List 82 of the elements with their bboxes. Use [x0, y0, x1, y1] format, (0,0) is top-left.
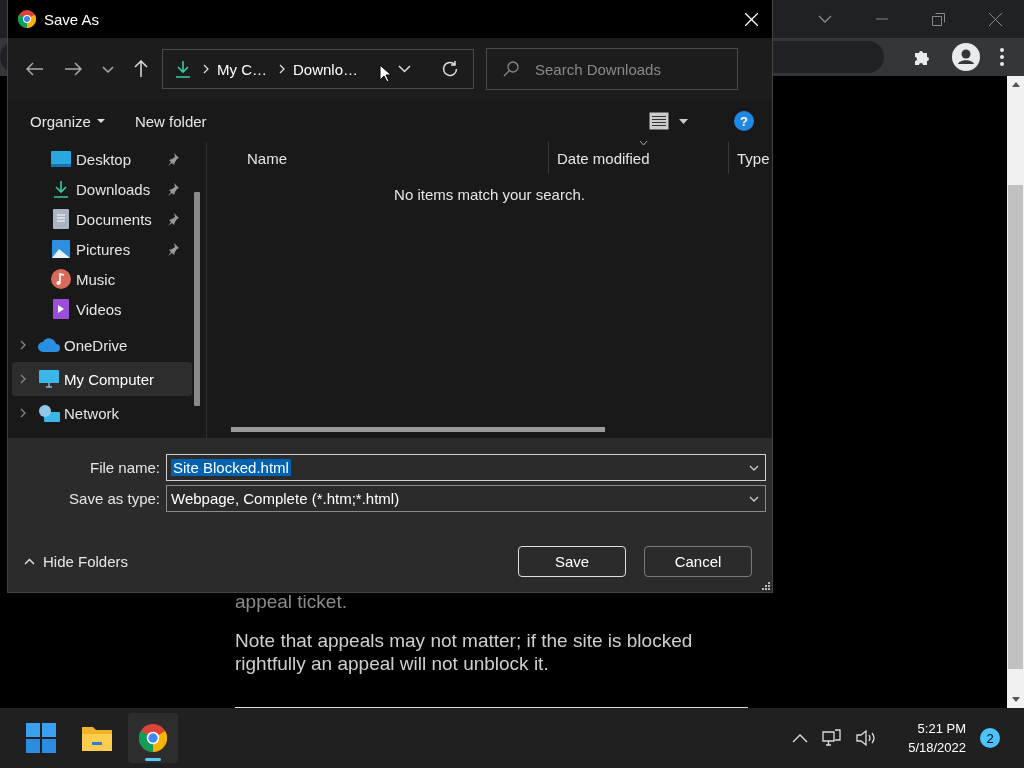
column-header[interactable]: Date modified	[549, 142, 729, 174]
sidebar-item[interactable]: My Computer	[12, 362, 192, 396]
breadcrumb-item[interactable]: My C…	[217, 60, 267, 78]
chevron-right-icon	[279, 64, 285, 74]
back-arrow-icon[interactable]	[26, 62, 44, 76]
up-arrow-icon[interactable]	[134, 60, 148, 78]
sidebar-item[interactable]: Pictures	[12, 234, 192, 264]
new-folder-button[interactable]: New folder	[124, 108, 217, 134]
pin-icon[interactable]	[166, 152, 180, 166]
file-name-field[interactable]: Site Blocked.html	[166, 454, 766, 481]
picture-icon	[52, 240, 70, 258]
column-header[interactable]: Type	[729, 142, 772, 174]
sidebar-item[interactable]: Music	[12, 264, 192, 294]
mouse-pointer-icon	[379, 64, 391, 83]
taskbar-app[interactable]	[128, 713, 178, 763]
scrollbar[interactable]	[1007, 76, 1024, 708]
chevron-down-icon[interactable]	[102, 65, 114, 73]
field-label: Save as type:	[68, 490, 161, 507]
chevron-right-icon[interactable]	[20, 374, 26, 384]
help-button[interactable]: ?	[734, 111, 754, 131]
dialog-button[interactable]: Save	[518, 546, 626, 577]
desktop-icon	[51, 151, 71, 167]
pin-icon[interactable]	[166, 242, 180, 256]
chevron-right-icon[interactable]	[20, 340, 26, 350]
caret-down-icon[interactable]	[679, 118, 688, 124]
window-title: Save As	[44, 10, 101, 28]
sidebar-item[interactable]: Desktop	[12, 144, 192, 174]
sidebar-item[interactable]: Documents	[12, 204, 192, 234]
dialog-button[interactable]: Cancel	[644, 546, 752, 577]
view-list-icon[interactable]	[649, 112, 669, 130]
network-icon[interactable]	[822, 729, 843, 747]
breadcrumb-item[interactable]: Downlo…	[293, 60, 359, 78]
breadcrumb-bar[interactable]: My C… Downlo…	[162, 49, 474, 89]
page-paragraph: appeal ticket.	[235, 590, 348, 613]
sidebar-item[interactable]: Network	[12, 396, 192, 430]
search-icon	[503, 61, 519, 77]
windows-logo-icon	[26, 723, 56, 753]
caret-down-icon	[96, 119, 105, 123]
file-type-dropdown[interactable]: Webpage, Complete (*.htm;*.html)	[166, 485, 766, 512]
chevron-down-icon[interactable]	[749, 495, 759, 502]
scrollbar-thumb[interactable]	[231, 427, 605, 432]
organize-button[interactable]: Organize	[20, 108, 115, 134]
sidebar-item[interactable]: OneDrive	[12, 328, 192, 362]
video-icon	[53, 299, 69, 319]
download-icon	[175, 60, 191, 78]
notification-badge[interactable]: 2	[980, 728, 1000, 748]
caret-up-icon[interactable]	[792, 733, 809, 743]
monitor-icon	[39, 370, 59, 388]
search-field[interactable]: Search Downloads	[486, 48, 738, 90]
forward-arrow-icon[interactable]	[64, 62, 82, 76]
document-icon	[53, 209, 69, 229]
chevron-right-icon	[203, 64, 209, 74]
scrollbar-thumb[interactable]	[194, 192, 200, 406]
folder-icon	[82, 725, 112, 751]
resize-grip-icon[interactable]	[762, 582, 770, 590]
chevron-right-icon[interactable]	[20, 408, 26, 418]
sort-caret-icon	[638, 141, 648, 146]
pin-icon[interactable]	[166, 212, 180, 226]
cloud-icon	[38, 338, 60, 352]
clock[interactable]: 5:21 PM 5/18/2022	[908, 719, 966, 757]
caret-up-icon	[24, 558, 35, 565]
hide-folders-button[interactable]: Hide Folders	[20, 549, 133, 574]
download-icon	[53, 180, 69, 198]
music-note-icon	[51, 269, 71, 289]
chevron-down-icon[interactable]	[749, 464, 759, 471]
field-label: File name:	[88, 459, 161, 476]
selected-text: Site Blocked.html	[171, 459, 291, 476]
chrome-logo-icon	[139, 724, 167, 752]
network-globe-icon	[38, 404, 60, 422]
profile-icon[interactable]	[952, 43, 980, 71]
scroll-up-arrow-icon[interactable]	[1011, 82, 1020, 87]
restore-icon[interactable]	[932, 12, 945, 26]
sidebar-item[interactable]: Downloads	[12, 174, 192, 204]
scroll-down-arrow-icon[interactable]	[1011, 697, 1020, 702]
pin-icon[interactable]	[166, 182, 180, 196]
page-paragraph: Note that appeals may not matter; if the site is blocked rightfully an appeal will not unblock it.	[235, 629, 694, 675]
empty-message: No items match your search.	[394, 186, 585, 203]
column-header[interactable]: Name	[207, 142, 549, 174]
sidebar-item[interactable]: Videos	[12, 294, 192, 324]
more-menu-icon[interactable]	[1000, 48, 1004, 66]
refresh-icon[interactable]	[441, 60, 459, 78]
chrome-logo-icon	[18, 10, 36, 28]
